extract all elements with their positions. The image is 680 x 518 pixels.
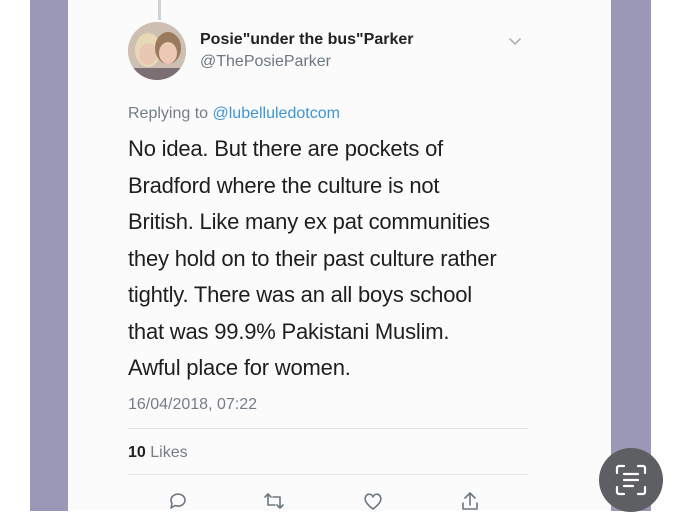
user-handle[interactable]: @ThePosieParker xyxy=(200,53,331,71)
tweet-timestamp: 16/04/2018, 07:22 xyxy=(128,396,258,413)
replying-to-mention[interactable]: @lubelluledotcom xyxy=(213,105,340,122)
retweet-icon[interactable] xyxy=(262,489,286,513)
thread-connector-line xyxy=(158,0,161,20)
text-scan-icon[interactable] xyxy=(599,448,663,512)
replying-to-line: Replying to @lubelluledotcom xyxy=(128,105,340,123)
left-margin-bar xyxy=(30,0,68,511)
share-icon[interactable] xyxy=(458,489,482,513)
avatar[interactable] xyxy=(128,22,186,80)
likes-count-row[interactable]: 10 Likes xyxy=(128,444,188,462)
chevron-down-icon[interactable] xyxy=(507,33,523,49)
likes-count: 10 xyxy=(128,444,146,461)
right-margin-bar xyxy=(611,0,651,511)
reply-icon[interactable] xyxy=(166,489,190,513)
likes-label: Likes xyxy=(150,444,188,461)
divider xyxy=(128,474,528,475)
heart-icon[interactable] xyxy=(361,489,385,513)
display-name[interactable]: Posie"under the bus"Parker xyxy=(200,31,413,49)
replying-prefix: Replying to xyxy=(128,105,213,122)
divider xyxy=(128,428,528,429)
tweet-text: No idea. But there are pockets of Bradfo… xyxy=(128,136,497,380)
